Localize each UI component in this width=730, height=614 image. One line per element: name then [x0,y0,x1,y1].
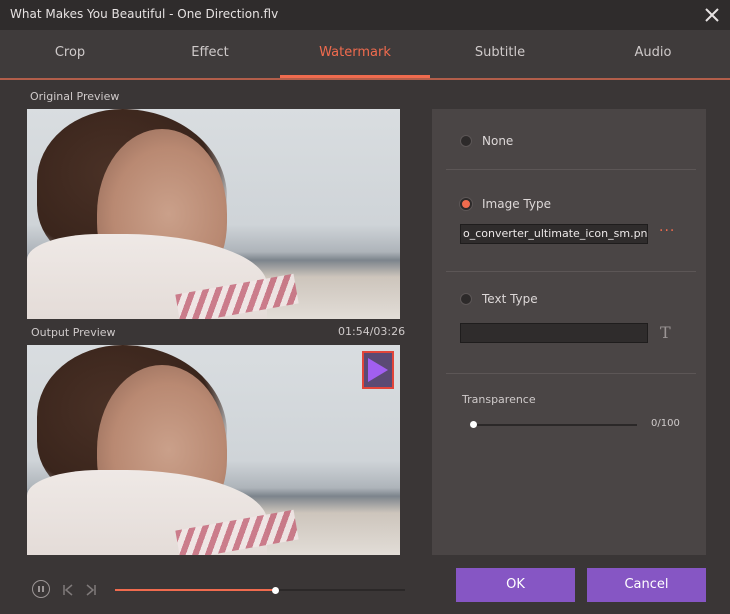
tab-crop[interactable]: Crop [0,30,140,76]
transparence-label: Transparence [462,393,536,406]
tab-watermark[interactable]: Watermark [280,30,430,78]
transparence-value: 0/100 [651,418,680,429]
transparence-slider-handle[interactable] [470,421,477,428]
previous-frame-icon[interactable] [62,584,74,596]
divider [446,169,696,170]
tab-bar: Crop Effect Watermark Subtitle Audio [0,30,730,80]
output-preview-video [27,345,400,555]
tab-effect[interactable]: Effect [140,30,280,76]
playback-seek-handle[interactable] [271,587,279,594]
watermark-overlay[interactable] [362,351,394,389]
option-text-type[interactable]: Text Type [460,292,538,306]
divider [446,373,696,374]
original-preview-label: Original Preview [30,90,120,103]
timecode: 01:54/03:26 [338,325,406,338]
original-preview-video [27,109,400,319]
option-image-type[interactable]: Image Type [460,197,551,211]
radio-none[interactable] [460,135,472,147]
cancel-button[interactable]: Cancel [587,568,706,602]
output-preview-label: Output Preview [31,326,116,339]
divider [446,271,696,272]
transparence-slider[interactable] [470,424,637,426]
window-title: What Makes You Beautiful - One Direction… [10,7,279,21]
playback-progress-fill [115,589,275,591]
title-bar: What Makes You Beautiful - One Direction… [0,0,730,30]
option-none-label: None [482,134,514,148]
next-frame-icon[interactable] [85,584,97,596]
play-logo-icon [368,358,388,382]
radio-text-type[interactable] [460,293,472,305]
text-watermark-field[interactable] [460,323,648,343]
option-none[interactable]: None [460,134,513,148]
close-icon[interactable] [702,5,722,25]
tab-audio[interactable]: Audio [580,30,726,76]
option-image-type-label: Image Type [482,197,551,211]
option-text-type-label: Text Type [482,292,538,306]
radio-image-type[interactable] [460,198,472,210]
image-file-field[interactable]: o_converter_ultimate_icon_sm.png [460,224,648,244]
ok-button[interactable]: OK [456,568,575,602]
text-style-icon[interactable]: T [660,323,671,342]
more-icon[interactable]: ··· [659,223,675,239]
watermark-settings-panel: None Image Type o_converter_ultimate_ico… [432,109,706,555]
pause-icon[interactable] [32,580,50,598]
tab-subtitle[interactable]: Subtitle [430,30,570,76]
